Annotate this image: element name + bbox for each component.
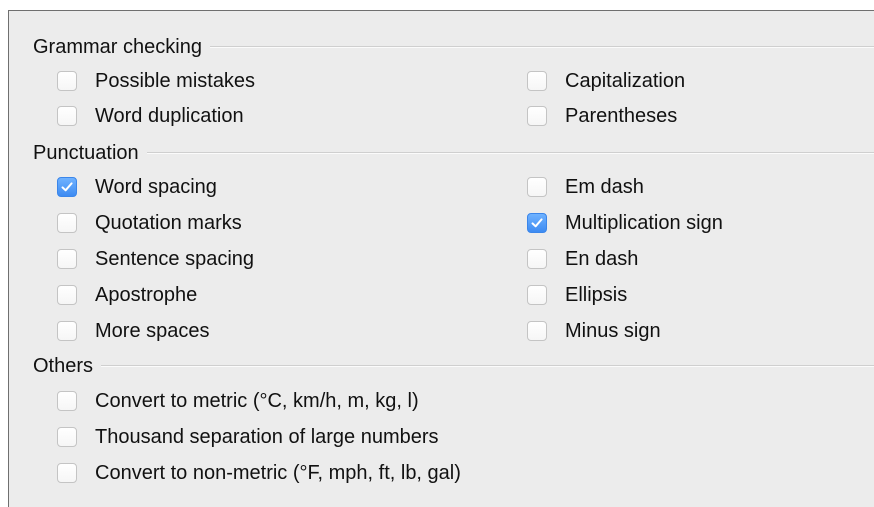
others-title: Others: [33, 354, 94, 377]
option-possible-mistakes[interactable]: Possible mistakes: [57, 66, 255, 96]
checkbox[interactable]: [57, 106, 77, 126]
section-divider: [101, 365, 874, 367]
options-panel: Grammar checking Possible mistakes Capit…: [8, 10, 874, 507]
option-more-spaces[interactable]: More spaces: [57, 316, 210, 346]
checkmark-icon: [531, 218, 543, 228]
section-divider: [146, 152, 874, 154]
option-label: Ellipsis: [565, 283, 628, 306]
option-en-dash[interactable]: En dash: [527, 244, 638, 274]
option-ellipsis[interactable]: Ellipsis: [527, 280, 627, 310]
option-capitalization[interactable]: Capitalization: [527, 66, 685, 96]
option-word-spacing[interactable]: Word spacing: [57, 172, 217, 202]
option-convert-to-metric[interactable]: Convert to metric (°C, km/h, m, kg, l): [57, 386, 419, 416]
option-label: Thousand separation of large numbers: [95, 425, 439, 448]
option-label: More spaces: [95, 319, 210, 342]
punctuation-header: Punctuation: [33, 139, 874, 167]
checkbox[interactable]: [527, 177, 547, 197]
checkbox[interactable]: [57, 463, 77, 483]
others-header: Others: [33, 352, 874, 380]
checkbox[interactable]: [57, 427, 77, 447]
checkbox[interactable]: [527, 249, 547, 269]
option-label: Possible mistakes: [95, 69, 256, 92]
option-label: Quotation marks: [95, 211, 242, 234]
checkbox[interactable]: [527, 106, 547, 126]
checkbox[interactable]: [527, 285, 547, 305]
option-label: Word spacing: [95, 175, 217, 198]
option-label: Word duplication: [95, 104, 244, 127]
checkbox[interactable]: [57, 249, 77, 269]
checkbox[interactable]: [57, 71, 77, 91]
option-label: Multiplication sign: [565, 211, 723, 234]
grammar-checking-title: Grammar checking: [33, 35, 202, 58]
option-label: En dash: [565, 247, 639, 270]
option-apostrophe[interactable]: Apostrophe: [57, 280, 197, 310]
grammar-checking-header: Grammar checking: [33, 33, 874, 61]
option-label: Capitalization: [565, 69, 686, 92]
option-label: Apostrophe: [95, 283, 198, 306]
option-parentheses[interactable]: Parentheses: [527, 101, 677, 131]
option-word-duplication[interactable]: Word duplication: [57, 101, 244, 131]
checkbox[interactable]: [57, 391, 77, 411]
checkmark-icon: [61, 182, 73, 192]
checkbox[interactable]: [57, 177, 77, 197]
option-em-dash[interactable]: Em dash: [527, 172, 644, 202]
checkbox[interactable]: [527, 321, 547, 341]
option-quotation-marks[interactable]: Quotation marks: [57, 208, 242, 238]
checkbox[interactable]: [57, 285, 77, 305]
option-sentence-spacing[interactable]: Sentence spacing: [57, 244, 254, 274]
checkbox[interactable]: [57, 213, 77, 233]
option-convert-to-non-metric[interactable]: Convert to non-metric (°F, mph, ft, lb, …: [57, 458, 461, 488]
option-multiplication-sign[interactable]: Multiplication sign: [527, 208, 723, 238]
section-divider: [209, 46, 874, 48]
option-thousand-separation[interactable]: Thousand separation of large numbers: [57, 422, 439, 452]
option-minus-sign[interactable]: Minus sign: [527, 316, 661, 346]
checkbox[interactable]: [527, 213, 547, 233]
option-label: Sentence spacing: [95, 247, 255, 270]
checkbox[interactable]: [57, 321, 77, 341]
option-label: Convert to metric (°C, km/h, m, kg, l): [95, 389, 419, 412]
checkbox[interactable]: [527, 71, 547, 91]
option-label: Parentheses: [565, 104, 678, 127]
option-label: Minus sign: [565, 319, 661, 342]
punctuation-title: Punctuation: [33, 141, 139, 164]
option-label: Convert to non-metric (°F, mph, ft, lb, …: [95, 461, 461, 484]
option-label: Em dash: [565, 175, 644, 198]
